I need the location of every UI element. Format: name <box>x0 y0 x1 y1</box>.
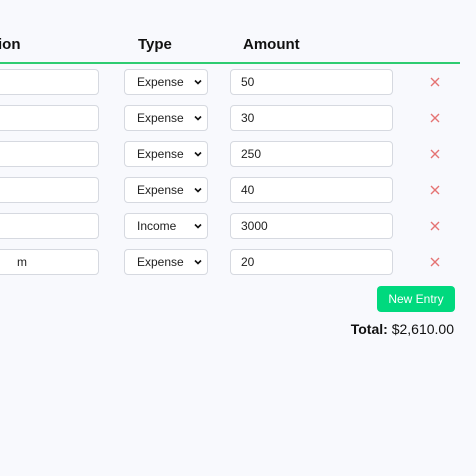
table-row: Expense 30 <box>0 105 460 133</box>
type-selected-value: Expense <box>137 183 184 197</box>
new-entry-button[interactable]: New Entry <box>377 286 455 312</box>
amount-value: 40 <box>241 183 255 197</box>
chevron-down-icon <box>194 115 202 121</box>
description-input[interactable] <box>0 105 99 131</box>
type-selected-value: Expense <box>137 147 184 161</box>
type-select[interactable]: Expense <box>124 105 208 131</box>
description-value: m <box>17 255 27 269</box>
amount-value: 50 <box>241 75 255 89</box>
type-select[interactable]: Income <box>124 213 208 239</box>
amount-input[interactable]: 50 <box>230 69 393 95</box>
table-row: Expense 40 <box>0 177 460 205</box>
description-input[interactable] <box>0 213 99 239</box>
chevron-down-icon <box>194 223 202 229</box>
type-column-header: Type <box>138 36 172 53</box>
amount-input[interactable]: 3000 <box>230 213 393 239</box>
type-select[interactable]: Expense <box>124 177 208 203</box>
amount-input[interactable]: 30 <box>230 105 393 131</box>
amount-input[interactable]: 250 <box>230 141 393 167</box>
chevron-down-icon <box>194 259 202 265</box>
description-input[interactable]: m <box>0 249 99 275</box>
total-summary: Total: $2,610.00 <box>351 321 454 337</box>
close-icon[interactable] <box>429 256 441 268</box>
table-row: Expense 50 <box>0 69 460 97</box>
amount-value: 20 <box>241 255 255 269</box>
amount-input[interactable]: 20 <box>230 249 393 275</box>
table-row: m Expense 20 <box>0 249 460 277</box>
type-selected-value: Expense <box>137 111 184 125</box>
total-label: Total: <box>350 321 388 337</box>
close-icon[interactable] <box>429 184 441 196</box>
table-header: tion Type Amount <box>0 0 460 64</box>
description-column-header: tion <box>0 36 21 53</box>
description-input[interactable] <box>0 141 99 167</box>
close-icon[interactable] <box>429 220 441 232</box>
chevron-down-icon <box>194 187 202 193</box>
type-select[interactable]: Expense <box>124 69 208 95</box>
description-input[interactable] <box>0 69 99 95</box>
amount-value: 3000 <box>241 219 268 233</box>
amount-value: 250 <box>241 147 262 161</box>
amount-column-header: Amount <box>243 36 300 53</box>
type-selected-value: Expense <box>137 255 184 269</box>
chevron-down-icon <box>194 151 202 157</box>
type-select[interactable]: Expense <box>124 249 208 275</box>
amount-value: 30 <box>241 111 255 125</box>
type-selected-value: Income <box>137 219 177 233</box>
chevron-down-icon <box>194 79 202 85</box>
close-icon[interactable] <box>429 76 441 88</box>
table-row: Income 3000 <box>0 213 460 241</box>
type-selected-value: Expense <box>137 75 184 89</box>
amount-input[interactable]: 40 <box>230 177 393 203</box>
table-row: Expense 250 <box>0 141 460 169</box>
total-value: $2,610.00 <box>391 321 454 337</box>
close-icon[interactable] <box>429 112 441 124</box>
type-select[interactable]: Expense <box>124 141 208 167</box>
description-input[interactable] <box>0 177 99 203</box>
close-icon[interactable] <box>429 148 441 160</box>
budget-table-view: tion Type Amount Expense 50 Expense 30 E… <box>0 0 476 476</box>
